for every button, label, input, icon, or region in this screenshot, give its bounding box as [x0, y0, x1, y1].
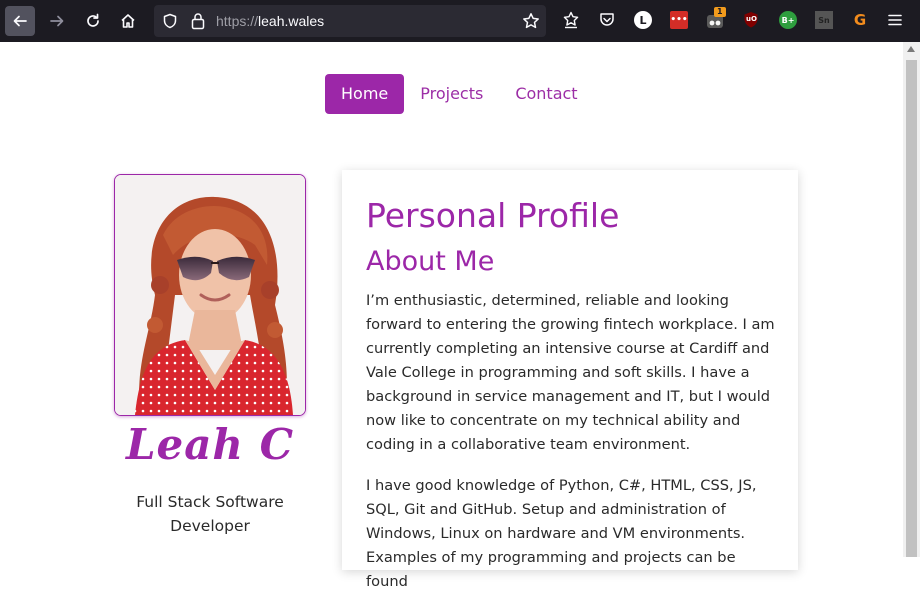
main-nav: Home Projects Contact: [325, 74, 594, 114]
bookmark-star-icon[interactable]: [522, 12, 540, 30]
home-icon: [121, 14, 135, 28]
url-bar[interactable]: https://leah.wales: [154, 5, 546, 37]
page-scrollbar[interactable]: [903, 42, 920, 557]
about-paragraph-1: I’m enthusiastic, determined, reliable a…: [366, 292, 775, 453]
lastpass-extension[interactable]: •••: [670, 11, 688, 29]
nav-contact[interactable]: Contact: [499, 74, 593, 114]
about-paragraph-2: I have good knowledge of Python, C#, HTM…: [366, 477, 757, 590]
url-protocol: https://: [216, 13, 259, 29]
nav-projects[interactable]: Projects: [404, 74, 499, 114]
profile-l-icon: L: [639, 13, 647, 27]
sn-icon: Sn: [818, 15, 830, 25]
scrollbar-thumb[interactable]: [906, 60, 917, 557]
signature-name: Leah C: [125, 420, 295, 469]
back-button[interactable]: [5, 6, 35, 36]
section-heading: About Me: [366, 246, 495, 277]
url-text[interactable]: https://leah.wales: [216, 5, 324, 37]
job-title: Full Stack Software Developer: [114, 490, 306, 538]
page-title: Personal Profile: [366, 196, 620, 235]
app-menu-button[interactable]: [886, 11, 904, 29]
arrow-right-icon: [50, 15, 64, 27]
nav-home[interactable]: Home: [325, 74, 405, 114]
ublock-origin-extension[interactable]: uO: [742, 11, 760, 29]
pocket-button[interactable]: [598, 11, 616, 29]
tampermonkey-extension[interactable]: 1: [706, 7, 726, 29]
lock-icon[interactable]: [190, 12, 206, 30]
browser-toolbar: https://leah.wales L ••• 1 uO B+ Sn G: [0, 0, 920, 42]
hamburger-menu-icon: [888, 14, 902, 26]
shield-icon[interactable]: [162, 13, 178, 29]
sn-extension[interactable]: Sn: [815, 11, 833, 29]
home-button[interactable]: [113, 6, 143, 36]
ublock-origin-label: uO: [746, 15, 757, 23]
scroll-up-arrow-icon[interactable]: [907, 46, 915, 52]
bplus-icon: B+: [781, 15, 795, 25]
tampermonkey-badge: 1: [714, 7, 726, 17]
lastpass-icon: •••: [670, 15, 688, 25]
profile-photo: [114, 174, 306, 416]
reading-list-button[interactable]: [562, 11, 580, 29]
pocket-icon: [600, 13, 614, 26]
profile-photo-image: [115, 175, 305, 415]
grammarly-extension[interactable]: G: [851, 11, 869, 29]
profile-l-extension[interactable]: L: [634, 11, 652, 29]
bplus-extension[interactable]: B+: [779, 11, 797, 29]
url-host: leah.wales: [258, 13, 325, 29]
profile-card: Personal Profile About Me I’m enthusiast…: [342, 170, 798, 590]
forward-button[interactable]: [42, 6, 72, 36]
reload-icon: [87, 13, 99, 27]
reading-list-icon: [563, 11, 579, 29]
reload-button[interactable]: [78, 6, 108, 36]
job-title-line-2: Developer: [170, 517, 250, 535]
grammarly-icon: G: [853, 11, 867, 29]
arrow-left-icon: [13, 15, 27, 27]
job-title-line-1: Full Stack Software: [136, 493, 284, 511]
